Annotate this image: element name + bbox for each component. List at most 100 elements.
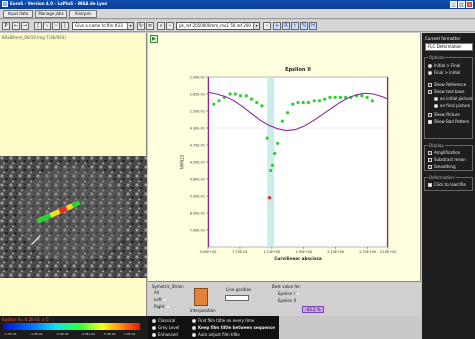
image-panel: 80x80mm_00/10 Img 7(36/924) <box>0 33 147 316</box>
add-button[interactable]: + <box>273 22 281 30</box>
symmetry-left[interactable]: Left <box>154 297 169 302</box>
next-step-icon[interactable]: › <box>263 22 271 30</box>
mode-classical[interactable]: Classical <box>152 318 175 323</box>
check-show-picture[interactable]: Show Picture <box>428 112 460 117</box>
prev-icon[interactable]: ‹ <box>43 22 51 30</box>
data-point <box>244 94 248 98</box>
data-point <box>285 111 290 115</box>
data-point <box>365 95 369 99</box>
data-point <box>323 97 327 101</box>
x-tick-label: 7.70E-01 <box>232 250 247 254</box>
last-icon[interactable]: | <box>61 22 69 30</box>
color-tick: -1.5E-01 <box>4 332 17 336</box>
data-point <box>269 168 273 173</box>
reset-button[interactable]: R <box>282 22 290 30</box>
data-point <box>276 141 280 145</box>
best-value-label: Best value for: <box>272 284 302 289</box>
data-point <box>270 163 275 167</box>
data-point <box>280 119 284 123</box>
data-point <box>249 97 254 101</box>
data-point <box>238 94 243 98</box>
menu-manage-jobs[interactable]: Manage jobs <box>35 10 67 18</box>
opt-find-film-title[interactable]: Find film tiltle on every time <box>192 318 254 323</box>
mode-grey-level[interactable]: Grey Level <box>152 325 179 330</box>
formatter-dropdown[interactable]: FLC Deformation <box>425 43 473 51</box>
check-substract-mean[interactable]: Substract mean <box>428 157 466 162</box>
symmetry-all[interactable]: All <box>154 290 166 295</box>
x-tick-label: 3.10E+00 <box>380 250 397 254</box>
toolbar: P ← → | ‹ › | Give a name to file #23 ▾ ↻… <box>0 20 475 32</box>
color-tick: 1.0E-01 <box>124 332 136 336</box>
color-scale: Epsilon II=-4.2E-01 ± 5 -1.5E-01 -1.0E-0… <box>0 316 148 339</box>
best-epsilon-1[interactable]: Epsilon I <box>278 291 302 296</box>
percent-button[interactable]: % <box>300 22 308 30</box>
radio-final-picture[interactable]: on final picture <box>434 103 470 108</box>
check-load-file[interactable]: Click to load file <box>428 182 466 187</box>
interpolation-button[interactable] <box>194 288 208 306</box>
check-show-tool-base[interactable]: Show tool base <box>428 89 464 94</box>
options-label: Options <box>428 55 446 60</box>
first-icon[interactable]: | <box>34 22 42 30</box>
menu-analysis[interactable]: Analysis <box>69 10 97 18</box>
check-smoothing[interactable]: Smoothing <box>428 164 456 169</box>
data-point <box>273 151 277 156</box>
color-tick: 0.0E+00 <box>82 332 95 336</box>
menu-input-data[interactable]: Input data <box>3 10 33 18</box>
close-button[interactable]: × <box>466 1 473 8</box>
options-panel: Current formatter FLC Deformation Option… <box>422 33 475 339</box>
file-name-dropdown[interactable]: Give a name to file #23 ▾ <box>72 22 134 30</box>
y-tick-label: 4.75E-01 <box>190 143 205 147</box>
color-tick: -5.0E-02 <box>56 332 69 336</box>
minimize-button[interactable]: _ <box>450 1 457 8</box>
forward-button[interactable]: → <box>21 22 29 30</box>
mode-enhanced[interactable]: Enhanced <box>152 332 178 337</box>
data-point <box>255 100 259 105</box>
data-point <box>333 95 337 99</box>
image-caption: 80x80mm_00/10 Img 7(36/924) <box>2 35 66 40</box>
x-tick-label: 0.00E+00 <box>200 250 217 254</box>
maximize-button[interactable]: □ <box>458 1 465 8</box>
best-epsilon-2[interactable]: Epsilon II <box>278 298 303 303</box>
line-position-label: Line position <box>226 287 252 292</box>
data-point <box>265 136 269 140</box>
help-button[interactable]: H <box>309 22 317 30</box>
y-tick-label: 4.50E-01 <box>190 160 205 164</box>
opt-auto-adjust[interactable]: Auto adjust film tiltle <box>192 332 240 337</box>
radio-initial-picture[interactable]: on initial picture <box>434 96 473 101</box>
refresh-icon[interactable]: ↻ <box>137 22 145 30</box>
specimen-image[interactable] <box>0 156 147 278</box>
back-button[interactable]: ← <box>12 22 20 30</box>
line-position-slider[interactable] <box>225 295 249 301</box>
best-value-display: -43.2 % <box>302 306 324 313</box>
play-icon[interactable]: ▶ <box>150 35 158 43</box>
job-dropdown[interactable]: pk_ref 2050000mm_mx1 50 ref 200 ▾ <box>176 22 260 30</box>
data-point <box>267 196 272 200</box>
symmetry-right[interactable]: Right <box>154 304 172 309</box>
options-section: Options Initial > Final Final > Initial … <box>424 55 473 139</box>
list-icon[interactable]: ≡ <box>146 22 154 30</box>
strain-chart: Epsilon II 2.90E-01 2.85E-01 2.50E-01 4.30E-… <box>179 67 397 261</box>
data-point <box>212 102 216 106</box>
prev-step-icon[interactable]: ‹ <box>166 22 174 30</box>
y-tick-label: 4.30E-01 <box>190 126 205 130</box>
x-tick-label: 1.10E+00 <box>263 250 280 254</box>
window-title: EuroS - Version 4.0 - LaPtoS - INSA de L… <box>10 1 108 6</box>
next-icon[interactable]: › <box>52 22 60 30</box>
data-point <box>301 100 305 105</box>
check-amplification[interactable]: Amplification <box>428 150 460 155</box>
radio-final-initial[interactable]: Final > Initial <box>428 70 460 75</box>
radio-initial-final[interactable]: Initial > Final <box>428 63 460 68</box>
specimen-picture <box>0 156 147 278</box>
chart-controls: Symetric_Strain All Left Right Interpola… <box>148 281 421 316</box>
check-show-reference[interactable]: Show Reference <box>428 82 466 87</box>
prev-file-icon[interactable]: « <box>157 22 165 30</box>
print-button[interactable]: P <box>2 22 10 30</box>
data-point <box>338 95 342 99</box>
x-tick-label: 2.70E+00 <box>359 250 376 254</box>
check-show-bad-pattern[interactable]: Show Bad Pattern <box>428 119 469 124</box>
time-button[interactable]: t <box>291 22 299 30</box>
display-label: Display <box>428 143 445 148</box>
color-tick: 5.0E-02 <box>104 332 116 336</box>
opt-keep-film-title[interactable]: Keep film tiltle between sequence <box>192 325 275 330</box>
menu-bar: Input data Manage jobs Analysis <box>0 9 475 19</box>
